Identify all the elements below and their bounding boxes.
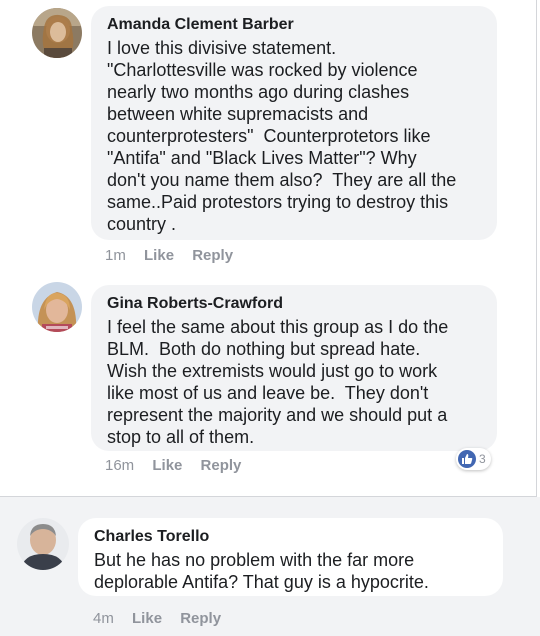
comment-timestamp[interactable]: 16m (105, 456, 134, 476)
thumbs-up-icon (458, 450, 476, 468)
avatar[interactable] (17, 518, 69, 570)
comment-bubble: Gina Roberts-Crawford I feel the same ab… (91, 285, 497, 451)
comment-actions: 1m Like Reply (105, 246, 233, 266)
like-link[interactable]: Like (144, 246, 174, 266)
comment-actions: 4m Like Reply (93, 609, 221, 629)
comment-bubble: Charles Torello But he has no problem wi… (78, 518, 503, 596)
like-link[interactable]: Like (132, 609, 162, 629)
reaction-badge[interactable]: 3 (456, 448, 491, 470)
reply-link[interactable]: Reply (201, 456, 242, 476)
avatar-photo (32, 8, 82, 58)
comment-author[interactable]: Charles Torello (94, 527, 489, 547)
comment-timestamp[interactable]: 1m (105, 246, 126, 266)
comment-thread-lower: Charles Torello But he has no problem wi… (0, 497, 540, 636)
comment-author[interactable]: Gina Roberts-Crawford (107, 294, 483, 314)
like-link[interactable]: Like (152, 456, 182, 476)
avatar-photo (32, 282, 82, 332)
comment-actions: 16m Like Reply (105, 456, 241, 476)
comment-text: But he has no problem with the far more … (94, 550, 429, 592)
avatar[interactable] (32, 8, 82, 58)
comment-text: I feel the same about this group as I do… (107, 317, 449, 447)
reply-link[interactable]: Reply (192, 246, 233, 266)
reaction-count: 3 (479, 452, 486, 466)
reply-link[interactable]: Reply (180, 609, 221, 629)
avatar[interactable] (32, 282, 82, 332)
comment-thread-card: Amanda Clement Barber I love this divisi… (0, 0, 537, 497)
avatar-photo (17, 518, 69, 570)
comment-text: I love this divisive statement. "Charlot… (107, 38, 457, 234)
comment-bubble: Amanda Clement Barber I love this divisi… (91, 6, 497, 240)
comment-author[interactable]: Amanda Clement Barber (107, 15, 483, 35)
comment-timestamp[interactable]: 4m (93, 609, 114, 629)
